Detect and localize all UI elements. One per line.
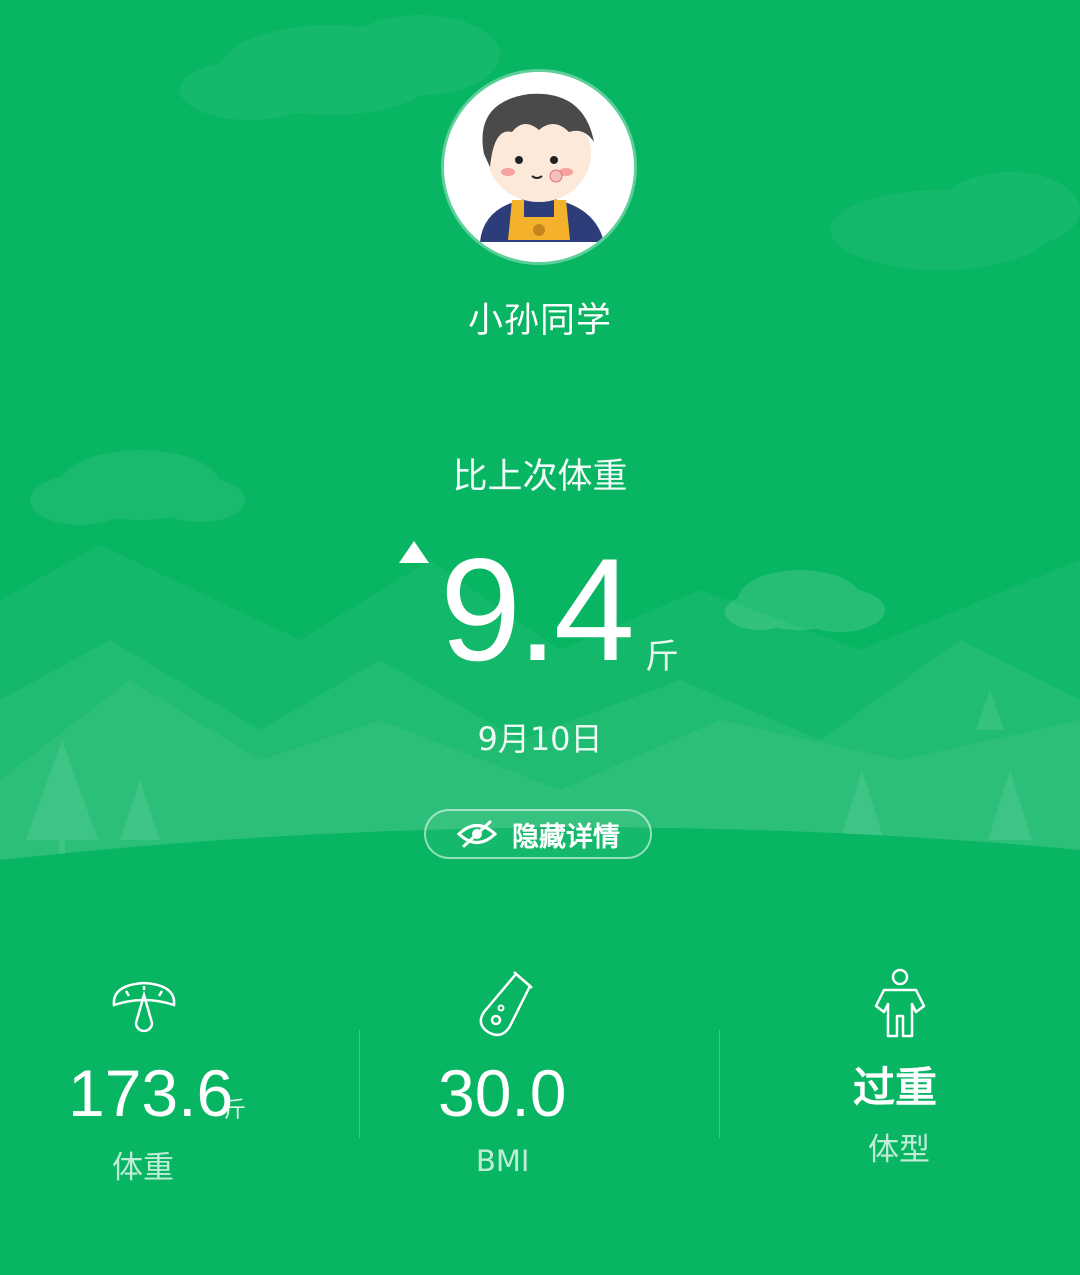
hide-details-label: 隐藏详情 bbox=[512, 821, 620, 853]
person-icon bbox=[874, 968, 926, 1038]
username: 小孙同学 bbox=[467, 301, 612, 341]
stat-divider bbox=[719, 1030, 720, 1138]
body-type-label: 体型 bbox=[868, 1132, 930, 1168]
weight-unit: 斤 bbox=[224, 1098, 247, 1123]
stat-divider bbox=[359, 1030, 360, 1138]
weight-difference-value: 9.4 bbox=[440, 528, 635, 691]
flask-icon bbox=[479, 971, 533, 1037]
weight-comparison-label: 比上次体重 bbox=[452, 457, 628, 497]
body-type-value: 过重 bbox=[853, 1063, 938, 1112]
weight-label: 体重 bbox=[112, 1150, 174, 1186]
bmi-value: 30.0 bbox=[438, 1056, 567, 1130]
scale-icon bbox=[112, 981, 176, 1033]
bmi-label: BMI bbox=[476, 1144, 530, 1178]
weight-value: 173.6 bbox=[68, 1056, 234, 1130]
eye-slash-icon bbox=[456, 820, 498, 848]
cartoon-boy-avatar-icon bbox=[444, 72, 634, 262]
arrow-up-icon bbox=[399, 541, 429, 563]
user-avatar[interactable] bbox=[444, 72, 634, 262]
weight-difference-unit: 斤 bbox=[645, 637, 679, 677]
hide-details-button[interactable]: 隐藏详情 bbox=[424, 809, 652, 859]
measurement-date: 9月10日 bbox=[477, 720, 603, 758]
